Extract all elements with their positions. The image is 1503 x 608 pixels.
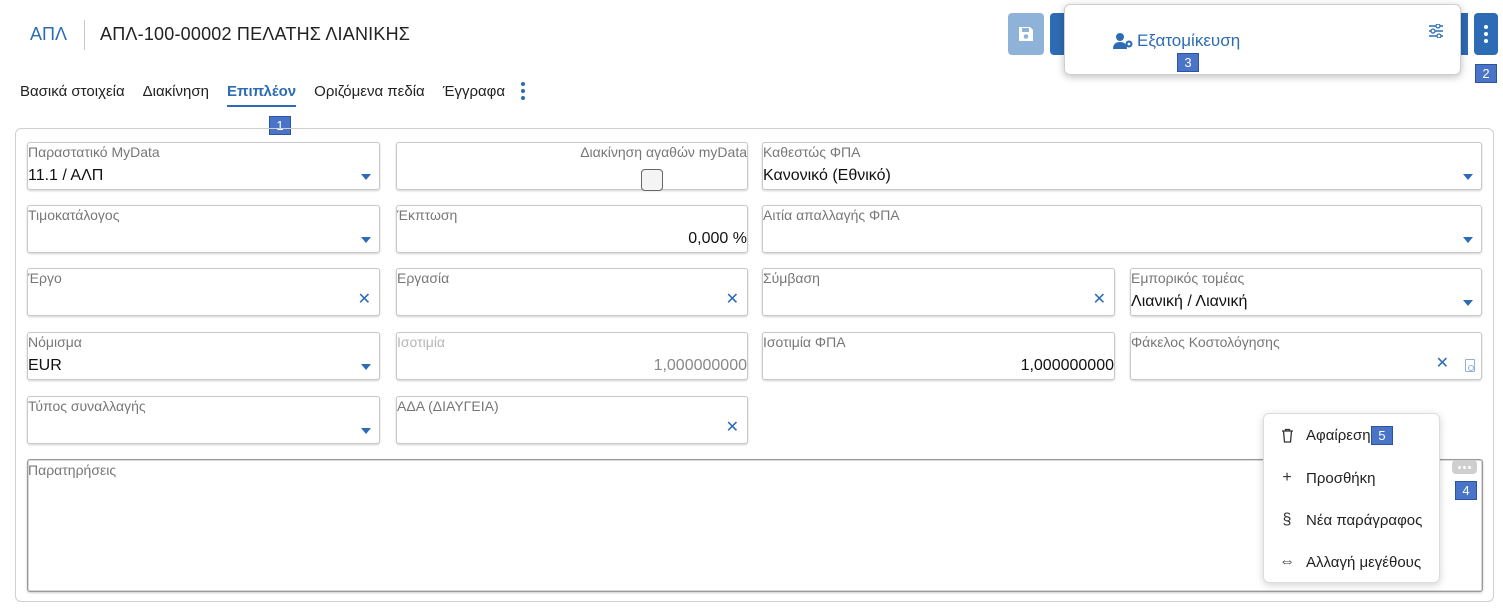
clear-icon[interactable]: ✕ bbox=[1436, 356, 1449, 372]
page-title: ΑΠΛ-100-00002 ΠΕΛΑΤΗΣ ΛΙΑΝΙΚΗΣ bbox=[100, 24, 411, 44]
clear-icon[interactable]: ✕ bbox=[1093, 292, 1106, 308]
pricelist-field[interactable]: Τιμοκατάλογος bbox=[27, 205, 380, 253]
field-label: Ισοτιμία bbox=[397, 334, 446, 350]
mydata-doc-field[interactable]: Παραστατικό MyData 11.1 / ΑΛΠ bbox=[27, 142, 380, 190]
dropdown-caret-icon[interactable] bbox=[361, 428, 371, 434]
field-label: Εργασία bbox=[397, 270, 450, 286]
vat-status-field[interactable]: Καθεστώς ΦΠΑ Κανονικό (Εθνικό) bbox=[762, 142, 1482, 190]
menu-item-add[interactable]: + Προσθήκη bbox=[1276, 469, 1376, 487]
tab-basic-info[interactable]: Βασικά στοιχεία bbox=[20, 83, 125, 100]
clear-icon[interactable]: ✕ bbox=[726, 292, 739, 308]
section-icon: § bbox=[1282, 511, 1292, 528]
dropdown-caret-icon[interactable] bbox=[361, 174, 371, 180]
field-label: ΑΔΑ (ΔΙΑΥΓΕΙΑ) bbox=[397, 398, 499, 414]
tab-documents[interactable]: Έγγραφα bbox=[443, 83, 505, 100]
notes-context-menu: Αφαίρεση + Προσθήκη § Νέα παράγραφος ⇔ Α… bbox=[1263, 413, 1440, 583]
field-value: EUR bbox=[28, 357, 62, 374]
badge-3: 3 bbox=[1177, 53, 1199, 72]
field-label: Εμπορικός τομέας bbox=[1131, 270, 1245, 286]
trash-icon bbox=[1276, 428, 1298, 443]
transaction-type-field[interactable]: Τύπος συναλλαγής bbox=[27, 396, 380, 444]
contract-field[interactable]: Σύμβαση ✕ bbox=[762, 268, 1115, 316]
field-label: Καθεστώς ΦΠΑ bbox=[763, 144, 861, 160]
menu-item-new-paragraph[interactable]: § Νέα παράγραφος bbox=[1276, 511, 1423, 529]
badge-4: 4 bbox=[1455, 481, 1477, 500]
field-label: Αιτία απαλλαγής ΦΠΑ bbox=[763, 207, 900, 223]
currency-field[interactable]: Νόμισμα EUR bbox=[27, 332, 380, 380]
clear-icon[interactable]: ✕ bbox=[358, 292, 371, 308]
resize-arrows-icon: ⇔ bbox=[1279, 553, 1295, 570]
discount-field[interactable]: Έκπτωση 0,000 % bbox=[396, 205, 748, 253]
costing-folder-field[interactable]: Φάκελος Κοστολόγησης ✕ bbox=[1130, 332, 1482, 380]
field-value: 1,000000000 bbox=[653, 357, 747, 374]
field-label: Τύπος συναλλαγής bbox=[28, 398, 146, 414]
ada-field[interactable]: ΑΔΑ (ΔΙΑΥΓΕΙΑ) ✕ bbox=[396, 396, 748, 444]
field-label: Παραστατικό MyData bbox=[28, 144, 160, 160]
personalize-label: Εξατομίκευση bbox=[1137, 31, 1241, 50]
field-label: Σύμβαση bbox=[763, 270, 820, 286]
plus-icon: + bbox=[1282, 469, 1292, 486]
tab-custom-fields[interactable]: Οριζόμενα πεδία bbox=[314, 83, 425, 100]
exchange-rate-field: Ισοτιμία 1,000000000 bbox=[396, 332, 748, 380]
menu-item-label: Νέα παράγραφος bbox=[1306, 511, 1423, 529]
vat-exempt-reason-field[interactable]: Αιτία απαλλαγής ΦΠΑ bbox=[762, 205, 1482, 253]
task-field[interactable]: Εργασία ✕ bbox=[396, 268, 748, 316]
field-label: Διακίνηση αγαθών myData bbox=[580, 144, 747, 160]
save-button[interactable] bbox=[1008, 13, 1044, 55]
dropdown-caret-icon[interactable] bbox=[361, 364, 371, 370]
tabs-more-icon[interactable] bbox=[521, 82, 526, 100]
badge-5: 5 bbox=[1371, 426, 1393, 445]
field-value: 1,000000000 bbox=[1020, 357, 1114, 374]
personalize-option[interactable]: Εξατομίκευση bbox=[1113, 31, 1240, 51]
tab-delivery[interactable]: Διακίνηση bbox=[143, 83, 209, 100]
mydata-goods-checkbox[interactable] bbox=[641, 169, 663, 191]
more-actions-button[interactable] bbox=[1474, 13, 1498, 55]
business-sector-field[interactable]: Εμπορικός τομέας Λιανική / Λιανική bbox=[1130, 268, 1482, 316]
field-label: Φάκελος Κοστολόγησης bbox=[1131, 334, 1280, 350]
notes-options-button[interactable] bbox=[1452, 460, 1477, 474]
field-label: Νόμισμα bbox=[28, 334, 82, 350]
field-label: Έργο bbox=[28, 270, 62, 286]
vat-exchange-rate-field[interactable]: Ισοτιμία ΦΠΑ 1,000000000 bbox=[762, 332, 1115, 380]
user-gear-icon bbox=[1113, 33, 1133, 49]
field-value: 11.1 / ΑΛΠ bbox=[28, 167, 104, 184]
menu-item-remove[interactable]: Αφαίρεση bbox=[1276, 427, 1371, 444]
personalize-popup: Εξατομίκευση bbox=[1064, 4, 1461, 75]
dropdown-caret-icon[interactable] bbox=[361, 237, 371, 243]
header-code[interactable]: ΑΠΛ bbox=[30, 24, 67, 45]
field-value: Κανονικό (Εθνικό) bbox=[763, 167, 891, 184]
dropdown-caret-icon[interactable] bbox=[1463, 174, 1473, 180]
menu-item-resize[interactable]: ⇔ Αλλαγή μεγέθους bbox=[1276, 553, 1421, 571]
field-label: Ισοτιμία ΦΠΑ bbox=[763, 334, 846, 350]
menu-item-label: Αλλαγή μεγέθους bbox=[1306, 553, 1422, 571]
field-value: Λιανική / Λιανική bbox=[1131, 293, 1248, 310]
settings-sliders-icon[interactable] bbox=[1428, 23, 1444, 43]
project-field[interactable]: Έργο ✕ bbox=[27, 268, 380, 316]
dropdown-caret-icon[interactable] bbox=[1463, 237, 1473, 243]
toolbar-button-edge[interactable] bbox=[1460, 13, 1468, 55]
tab-bar: Βασικά στοιχεία Διακίνηση Επιπλέον Οριζό… bbox=[20, 82, 526, 107]
field-label: Έκπτωση bbox=[397, 207, 458, 223]
clear-icon[interactable]: ✕ bbox=[726, 420, 739, 436]
menu-item-label: Προσθήκη bbox=[1306, 469, 1376, 487]
field-label: Παρατηρήσεις bbox=[28, 462, 117, 478]
mydata-goods-field: Διακίνηση αγαθών myData bbox=[396, 142, 748, 191]
badge-2: 2 bbox=[1475, 64, 1497, 83]
dropdown-caret-icon[interactable] bbox=[1463, 300, 1473, 306]
header-divider bbox=[84, 20, 85, 50]
document-search-icon[interactable] bbox=[1465, 359, 1475, 372]
tab-additional[interactable]: Επιπλέον bbox=[226, 83, 297, 107]
menu-item-label: Αφαίρεση bbox=[1306, 427, 1371, 444]
field-value: 0,000 % bbox=[688, 230, 747, 247]
toolbar-button[interactable] bbox=[1050, 13, 1064, 55]
field-label: Τιμοκατάλογος bbox=[28, 207, 120, 223]
save-icon bbox=[1019, 27, 1033, 41]
